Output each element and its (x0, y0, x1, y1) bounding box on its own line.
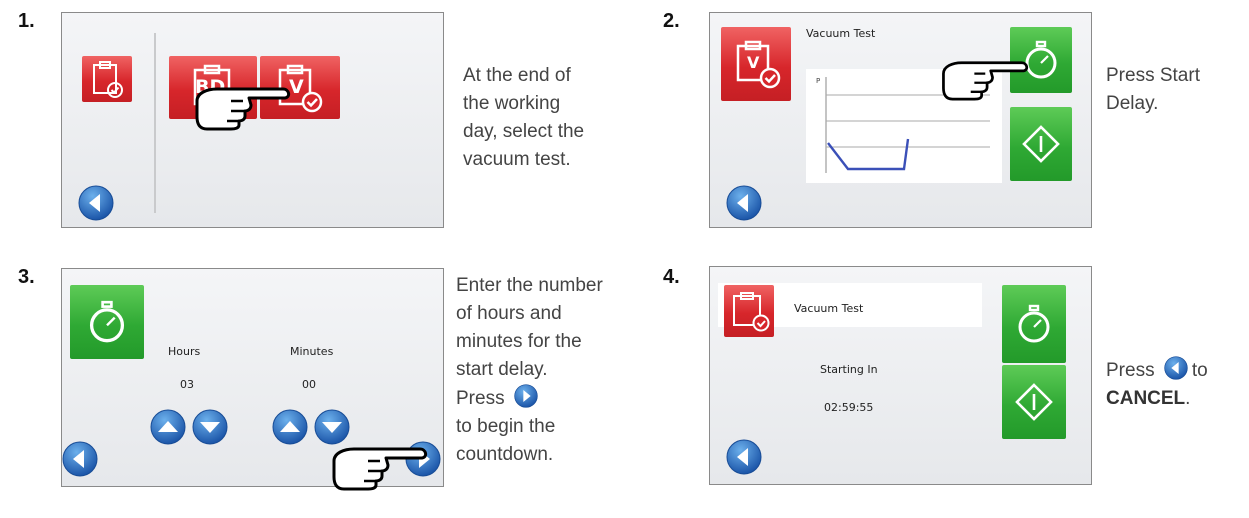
start-button[interactable] (1010, 107, 1072, 181)
press-text: Press (456, 388, 505, 409)
description-line: Press to (1106, 356, 1208, 385)
minutes-value: 00 (302, 378, 316, 391)
screen-panel: V Vacuum Test P (709, 12, 1092, 228)
description-line: countdown. (456, 444, 554, 465)
screen-panel: BD V (61, 12, 444, 228)
test-title: Vacuum Test (806, 27, 876, 40)
step-number: 3. (18, 266, 35, 288)
step-description: Press Start Delay. (1106, 62, 1200, 118)
start-diamond-icon (1021, 124, 1061, 164)
chart-axis-label: P (816, 77, 820, 85)
description-line: the working (463, 93, 561, 114)
description-line: Enter the number (456, 275, 603, 296)
clipboard-check-icon (733, 292, 770, 332)
step-description: At the end of the working day, select th… (463, 62, 584, 174)
back-arrow-icon[interactable] (62, 441, 98, 477)
back-arrow-icon (1164, 356, 1188, 380)
stopwatch-icon (1014, 304, 1054, 344)
to-text: to (1191, 360, 1208, 381)
v-label: V (747, 53, 760, 72)
screen-panel: Vacuum Test Starting In 02:59:55 (709, 266, 1092, 485)
pointing-hand-icon (328, 443, 438, 493)
step-number: 1. (18, 10, 35, 32)
press-text: Press (1106, 360, 1155, 381)
start-button[interactable] (1002, 365, 1066, 439)
description-line: vacuum test. (463, 149, 571, 170)
hours-down-icon[interactable] (192, 409, 228, 445)
minutes-down-icon[interactable] (314, 409, 350, 445)
vacuum-test-indicator (724, 285, 774, 337)
description-line: Press Start (1106, 65, 1200, 86)
forward-arrow-icon (514, 384, 538, 408)
period-text: . (1185, 388, 1191, 409)
pointing-hand-icon (191, 83, 301, 133)
start-diamond-icon (1014, 382, 1054, 422)
cancel-text: CANCEL (1106, 388, 1186, 409)
back-arrow-icon[interactable] (726, 185, 762, 221)
description-line: minutes for the (456, 331, 582, 352)
back-arrow-icon[interactable] (78, 185, 114, 221)
description-line: CANCEL. (1106, 385, 1208, 413)
description-line: day, select the (463, 121, 585, 142)
description-line: start delay. (456, 359, 548, 380)
description-line: At the end of (463, 65, 571, 86)
hours-label: Hours (168, 345, 201, 358)
test-title: Vacuum Test (794, 302, 864, 315)
description-line: of hours and (456, 303, 562, 324)
vacuum-test-indicator: V (721, 27, 791, 101)
description-line: Press (456, 384, 603, 413)
stopwatch-icon (85, 300, 129, 344)
starting-label: Starting In (820, 363, 878, 376)
pointing-hand-icon (938, 57, 1038, 103)
clipboard-check-icon (87, 59, 127, 99)
step-description: Press to CANCEL. (1106, 356, 1208, 413)
hours-up-icon[interactable] (150, 409, 186, 445)
step-number: 2. (663, 10, 680, 32)
step-number: 4. (663, 266, 680, 288)
menu-button[interactable] (82, 56, 132, 102)
description-line: Delay. (1106, 93, 1159, 114)
description-line: to begin the (456, 416, 556, 437)
start-delay-button[interactable] (1002, 285, 1066, 363)
back-arrow-icon[interactable] (726, 439, 762, 475)
countdown-value: 02:59:55 (824, 401, 874, 414)
step-description: Enter the number of hours and minutes fo… (456, 272, 603, 469)
start-delay-indicator (70, 285, 144, 359)
hours-value: 03 (180, 378, 194, 391)
minutes-label: Minutes (290, 345, 334, 358)
divider (154, 33, 156, 213)
screen-panel: Hours Minutes 03 00 (61, 268, 444, 487)
minutes-up-icon[interactable] (272, 409, 308, 445)
